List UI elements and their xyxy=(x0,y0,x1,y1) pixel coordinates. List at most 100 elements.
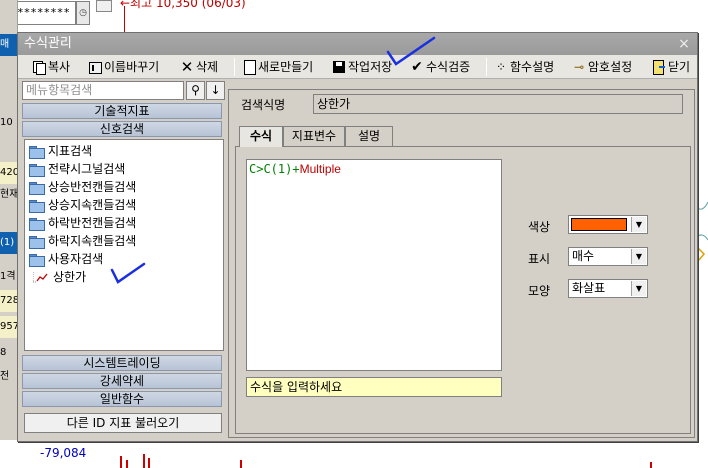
chart-bar xyxy=(148,458,150,468)
menu-panel: 메뉴항목검색 ⚲ ↓ 기술적지표 신호검색 지표검색 전략시그널검색 상승반전캔… xyxy=(20,81,226,439)
chart-bar xyxy=(650,462,652,468)
tree-folder-label: 하락지속캔들검색 xyxy=(48,234,137,248)
rename-button[interactable]: 이름바꾸기 xyxy=(88,57,159,77)
category-system-trading[interactable]: 시스템트레이딩 xyxy=(22,355,222,371)
search-input[interactable]: 메뉴항목검색 xyxy=(22,81,184,100)
formula-variable: Multiple xyxy=(299,162,341,176)
grid-icon[interactable] xyxy=(96,0,112,12)
category-strength[interactable]: 강세약세 xyxy=(22,373,222,389)
dialog-titlebar[interactable]: 수식관리 × xyxy=(18,33,697,55)
folder-icon xyxy=(29,235,45,249)
function-help-button[interactable]: ⁘ 함수설명 xyxy=(494,57,554,77)
tree-folder[interactable]: 전략시그널검색 xyxy=(29,160,125,178)
formula-hint-field[interactable]: 수식을 입력하세요 xyxy=(246,377,502,397)
copy-label: 복사 xyxy=(48,60,71,74)
tree-folder[interactable]: 지표검색 xyxy=(29,142,92,160)
tab-formula[interactable]: 수식 xyxy=(239,126,283,147)
display-value: 매수 xyxy=(572,249,595,263)
formula-panel: 검색식명 상한가 수식 지표변수 설명 C>C(1)+Multiple 수식을 … xyxy=(228,89,695,438)
tree-folder[interactable]: 하락지속캔들검색 xyxy=(29,232,136,250)
new-document-icon xyxy=(242,60,256,75)
indicator-line-icon xyxy=(33,271,49,283)
color-picker[interactable]: ▼ xyxy=(568,215,648,234)
exit-button[interactable]: 닫기 xyxy=(652,57,690,77)
chart-bottom-area xyxy=(0,440,708,468)
chart-bar xyxy=(143,454,145,468)
tree-folder-label: 하락반전캔들검색 xyxy=(48,216,137,230)
verify-label: 수식검증 xyxy=(426,60,471,74)
chevron-down-icon[interactable]: ▼ xyxy=(631,281,646,296)
tree-item-label: 상한가 xyxy=(53,270,87,284)
color-label: 색상 xyxy=(528,220,551,234)
save-label: 작업저장 xyxy=(348,60,393,74)
chart-bar xyxy=(240,460,242,468)
tree-folder[interactable]: 하락반전캔들검색 xyxy=(29,214,136,232)
formula-name-label: 검색식명 xyxy=(241,98,286,112)
tree-folder-label: 전략시그널검색 xyxy=(48,162,126,176)
formula-manager-dialog: 수식관리 × 복사 이름바꾸기 ✕ 삭제 새로만들기 작업저장 ✔ 수식검증 ⁘… xyxy=(17,32,698,442)
side-label: 현재 xyxy=(0,184,18,206)
chevron-down-icon[interactable]: ▼ xyxy=(631,217,646,232)
tree-item-upper-limit[interactable]: 상한가 xyxy=(33,268,86,286)
delete-label: 삭제 xyxy=(196,60,219,74)
folder-icon xyxy=(29,199,45,213)
magic-wand-icon: ⁘ xyxy=(495,60,507,74)
chevron-down-icon[interactable]: ▼ xyxy=(631,249,646,264)
formula-text: C>C(1)+ xyxy=(249,162,300,176)
clock-icon[interactable]: ◷ xyxy=(76,1,90,25)
delete-icon: ✕ xyxy=(180,58,194,76)
arrow-down-icon[interactable]: ↓ xyxy=(206,81,225,100)
toolbar: 복사 이름바꾸기 ✕ 삭제 새로만들기 작업저장 ✔ 수식검증 ⁘ 함수설명 ⊸… xyxy=(18,55,697,79)
chart-bar xyxy=(126,460,128,468)
side-label: 전 xyxy=(0,366,18,388)
side-label: 8 xyxy=(0,342,18,364)
checkmark-icon: ✔ xyxy=(411,59,423,75)
shape-select[interactable]: 화살표 ▼ xyxy=(568,279,648,298)
exit-label: 닫기 xyxy=(668,60,691,74)
new-button[interactable]: 새로만들기 xyxy=(242,57,313,77)
tab-description[interactable]: 설명 xyxy=(345,126,393,146)
load-other-id-button[interactable]: 다른 ID 지표 불러오기 xyxy=(24,413,222,433)
tree-folder-label: 상승반전캔들검색 xyxy=(48,180,137,194)
tree-folder-label: 사용자검색 xyxy=(48,252,104,266)
save-button[interactable]: 작업저장 xyxy=(332,57,392,77)
side-label: (1) xyxy=(0,232,18,254)
category-general-function[interactable]: 일반함수 xyxy=(22,391,222,407)
chart-bar xyxy=(120,456,122,468)
tree-folder[interactable]: 상승반전캔들검색 xyxy=(29,178,136,196)
folder-icon xyxy=(29,217,45,231)
side-label: 10 xyxy=(0,112,18,134)
password-button[interactable]: ⊸ 암호설정 xyxy=(572,57,632,77)
side-label: 728 xyxy=(0,290,18,312)
tree-folder-label: 지표검색 xyxy=(48,144,93,158)
dialog-title: 수식관리 xyxy=(24,36,72,51)
copy-button[interactable]: 복사 xyxy=(32,57,70,77)
color-swatch xyxy=(571,218,627,231)
tree-folder[interactable]: 상승지속캔들검색 xyxy=(29,196,136,214)
display-select[interactable]: 매수 ▼ xyxy=(568,247,648,266)
verify-button[interactable]: ✔ 수식검증 xyxy=(410,57,470,77)
formula-editor[interactable]: C>C(1)+Multiple xyxy=(246,159,502,371)
folder-icon xyxy=(29,253,45,267)
search-tree: 지표검색 전략시그널검색 상승반전캔들검색 상승지속캔들검색 하락반전캔들검색 … xyxy=(24,139,224,351)
delete-button[interactable]: ✕ 삭제 xyxy=(180,57,218,77)
formula-name-field[interactable]: 상한가 xyxy=(313,94,683,114)
category-signal-search[interactable]: 신호검색 xyxy=(22,121,222,137)
side-label: 957 xyxy=(0,316,18,338)
password-label: 암호설정 xyxy=(588,60,633,74)
exit-icon xyxy=(652,60,666,75)
function-help-label: 함수설명 xyxy=(510,60,555,74)
tab-variables[interactable]: 지표변수 xyxy=(283,126,345,146)
bottom-value: -79,084 xyxy=(40,446,87,460)
password-field[interactable]: ******** xyxy=(14,1,76,25)
close-icon[interactable]: × xyxy=(677,33,691,55)
shape-label: 모양 xyxy=(528,284,551,298)
formula-tab-page: C>C(1)+Multiple 수식을 입력하세요 색상 ▼ 표시 매수 ▼ 모… xyxy=(235,146,691,434)
tree-folder[interactable]: 사용자검색 xyxy=(29,250,103,268)
rename-icon xyxy=(88,60,102,74)
display-label: 표시 xyxy=(528,252,551,266)
category-technical[interactable]: 기술적지표 xyxy=(22,103,222,119)
search-icon[interactable]: ⚲ xyxy=(186,81,205,100)
folder-icon xyxy=(29,163,45,177)
side-label: 1격 xyxy=(0,266,18,288)
